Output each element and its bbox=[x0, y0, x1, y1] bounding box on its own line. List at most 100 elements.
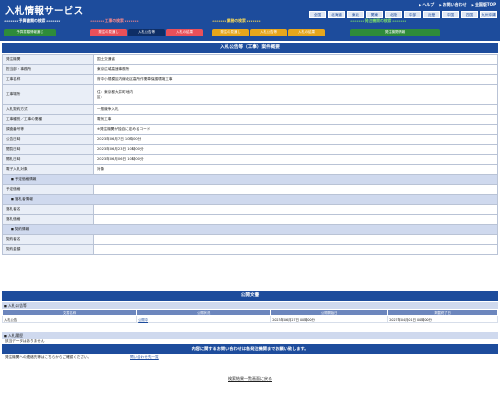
national-top-link[interactable]: 全国版TOP bbox=[472, 2, 496, 8]
section-row: 落札者情報 bbox=[2, 194, 498, 205]
documents-heading: 入札公告等 bbox=[2, 302, 498, 309]
region-link[interactable]: 東北 bbox=[347, 11, 364, 18]
region-link[interactable]: 全国 bbox=[309, 11, 326, 18]
field-value bbox=[93, 184, 498, 195]
tab-construction-notices[interactable]: 入札公告等 bbox=[128, 29, 165, 36]
region-link[interactable]: 北陸 bbox=[385, 11, 402, 18]
region-link[interactable]: 九州沖縄 bbox=[480, 11, 497, 18]
table-row: 契約金額 bbox=[2, 244, 498, 255]
page-title: 入札公告等（工事）案件概要 bbox=[2, 43, 498, 53]
inquiry-row: 発注機関への連絡先等はこちらからご確認ください。 問い合わせ先一覧 bbox=[2, 354, 498, 361]
table-row: 予定価格 bbox=[2, 184, 498, 195]
table-row: 閲覧日時 2023年06月23日 10時00分 bbox=[2, 144, 498, 155]
field-label: 予定価格 bbox=[2, 184, 94, 195]
construction-search-group: 工事の検索 発注の見通し 入札公告等 入札の結果 bbox=[90, 18, 203, 36]
field-value: 東京広域高速事務所 bbox=[93, 64, 498, 75]
document-status-link: 公開中 bbox=[136, 315, 272, 323]
tab-agency-info[interactable]: 発注機関情報 bbox=[350, 29, 440, 36]
header-bar: 入札情報サービス ヘルプ お問い合わせ 全国版TOP 全国 北海道 東北 関東 … bbox=[0, 0, 500, 41]
tab-budget-docs[interactable]: 予算書類情報通じ bbox=[4, 29, 56, 36]
section-heading: 予定価格情報 bbox=[2, 174, 498, 185]
tab-service-outlook[interactable]: 発注の見通し bbox=[212, 29, 249, 36]
table-row: 電子入札対象 対象 bbox=[2, 164, 498, 175]
history-heading: 入札履歴 bbox=[2, 332, 498, 339]
field-value: 国土交通省 bbox=[93, 54, 498, 65]
region-link[interactable]: 関東 bbox=[366, 11, 383, 18]
table-row: 発注機関 国土交通省 bbox=[2, 54, 498, 65]
field-label: 調査番号等 bbox=[2, 124, 94, 135]
tab-service-results[interactable]: 入札の結果 bbox=[288, 29, 325, 36]
field-value: 2023年06月06日 10時00分 bbox=[93, 154, 498, 165]
tab-construction-results[interactable]: 入札の結果 bbox=[166, 29, 203, 36]
region-link[interactable]: 中部 bbox=[404, 11, 421, 18]
field-value: 府中小規模区内線北区高所作業車保護環境工事 bbox=[93, 74, 498, 85]
field-label: 工事名称 bbox=[2, 74, 94, 85]
field-value: 2023年06月7日 10時00分 bbox=[93, 134, 498, 145]
table-row: 担当部・事務所 東京広域高速事務所 bbox=[2, 64, 498, 75]
field-value: 電気工事 bbox=[93, 114, 498, 125]
field-label: 担当部・事務所 bbox=[2, 64, 94, 75]
field-label: 落札者名 bbox=[2, 204, 94, 215]
table-row: 入札契約方式 一般競争入札 bbox=[2, 104, 498, 115]
region-link[interactable]: 北海道 bbox=[328, 11, 345, 18]
field-value: 一般競争入札 bbox=[93, 104, 498, 115]
back-link-wrap: 検索結果一覧画面に戻る bbox=[0, 376, 500, 382]
inquiry-banner: 内容に関するお問い合わせは各発注機関までお願い致します。 bbox=[2, 344, 498, 354]
budget-search-group: 予算書類の検索 予算書類情報通じ bbox=[4, 18, 60, 36]
table-row: 落札者名 bbox=[2, 204, 498, 215]
field-value: 2023年06月23日 10時00分 bbox=[93, 144, 498, 155]
section-row: 予定価格情報 bbox=[2, 174, 498, 185]
table-row: 入札公告 公開中 2023年06月27日 00時00分 2027年04月01日 … bbox=[1, 315, 498, 323]
field-value bbox=[93, 244, 498, 255]
section-heading: 契約情報 bbox=[2, 224, 498, 235]
section-heading: 落札者情報 bbox=[2, 194, 498, 205]
table-row: 調査番号等 ※発注機関が独自に定めるコード bbox=[2, 124, 498, 135]
field-label: 工事場所 bbox=[2, 84, 94, 105]
summary-table: 発注機関 国土交通省 担当部・事務所 東京広域高速事務所 工事名称 府中小規模区内線北区高… bbox=[2, 54, 498, 255]
tab-service-notices[interactable]: 入札公告等 bbox=[250, 29, 287, 36]
table-row: 公告日時 2023年06月7日 10時00分 bbox=[2, 134, 498, 145]
field-value: 対象 bbox=[93, 164, 498, 175]
field-label: 入札契約方式 bbox=[2, 104, 94, 115]
contact-link[interactable]: お問い合わせ bbox=[439, 2, 467, 8]
field-value-address: 住：東京都大井町地内 区： bbox=[93, 84, 498, 105]
field-label: 発注機関 bbox=[2, 54, 94, 65]
document-start: 2023年06月27日 00時00分 bbox=[270, 315, 389, 323]
tab-construction-outlook[interactable]: 発注の見通し bbox=[90, 29, 127, 36]
region-link[interactable]: 四国 bbox=[461, 11, 478, 18]
address-line: 区： bbox=[97, 94, 105, 99]
region-link[interactable]: 近畿 bbox=[423, 11, 440, 18]
documents-table: 文書名称 公開状況 公開開始日 掲載終了日 入札公告 公開中 2023年06月2… bbox=[1, 309, 498, 323]
region-link[interactable]: 中国 bbox=[442, 11, 459, 18]
table-row: 工事名称 府中小規模区内線北区高所作業車保護環境工事 bbox=[2, 74, 498, 85]
contact-list-link[interactable]: 問い合わせ先一覧 bbox=[130, 354, 159, 361]
field-value bbox=[93, 234, 498, 245]
document-end: 2027年04月01日 00時00分 bbox=[387, 315, 498, 323]
field-label: 落札価格 bbox=[2, 214, 94, 225]
group-title: 予算書類の検索 bbox=[4, 18, 60, 24]
table-row: 契約者名 bbox=[2, 234, 498, 245]
group-title: 業務の検索 bbox=[212, 18, 325, 24]
field-label: 公告日時 bbox=[2, 134, 94, 145]
site-logo[interactable]: 入札情報サービス bbox=[5, 3, 83, 17]
documents-title: 公開文書 bbox=[2, 291, 498, 301]
table-row: 工事場所 住：東京都大井町地内 区： bbox=[2, 84, 498, 105]
field-value: ※発注機関が独自に定めるコード bbox=[93, 124, 498, 135]
back-to-results-link[interactable]: 検索結果一覧画面に戻る bbox=[228, 376, 272, 381]
top-links: ヘルプ お問い合わせ 全国版TOP bbox=[419, 2, 496, 8]
table-row: 落札価格 bbox=[2, 214, 498, 225]
search-groups: 予算書類の検索 予算書類情報通じ 工事の検索 発注の見通し 入札公告等 入札の結… bbox=[0, 18, 500, 41]
table-row: 開札日時 2023年06月06日 10時00分 bbox=[2, 154, 498, 165]
help-link[interactable]: ヘルプ bbox=[419, 2, 434, 8]
table-row: 工事種別／工事の業種 電気工事 bbox=[2, 114, 498, 125]
field-label: 開札日時 bbox=[2, 154, 94, 165]
document-name: 入札公告 bbox=[1, 315, 138, 323]
group-title: 工事の検索 bbox=[90, 18, 203, 24]
field-label: 工事種別／工事の業種 bbox=[2, 114, 94, 125]
section-row: 契約情報 bbox=[2, 224, 498, 235]
open-document-link[interactable]: 公開中 bbox=[138, 318, 148, 322]
field-label: 閲覧日時 bbox=[2, 144, 94, 155]
region-nav: 全国 北海道 東北 関東 北陸 中部 近畿 中国 四国 九州沖縄 bbox=[309, 11, 497, 18]
field-value bbox=[93, 204, 498, 215]
field-label: 契約金額 bbox=[2, 244, 94, 255]
